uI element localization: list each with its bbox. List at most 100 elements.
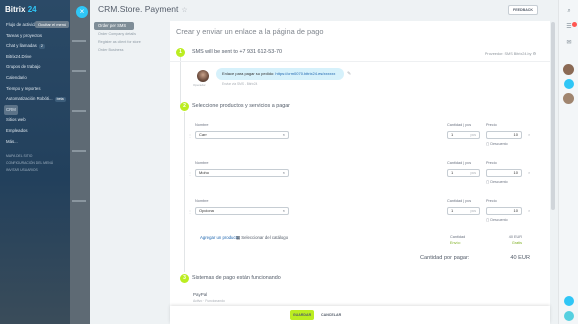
- sidebar-item-tasks[interactable]: Tareas y proyectos: [0, 31, 70, 42]
- background-placeholder: [72, 150, 86, 152]
- background-placeholder: [72, 40, 86, 42]
- price-input[interactable]: 10: [486, 169, 522, 177]
- quantity-unit: pcs: [470, 171, 476, 175]
- sms-provider[interactable]: Proveedor: SMS Bitrix24.by ⚙: [485, 51, 536, 56]
- sidebar-item-calendar[interactable]: Calendario: [0, 73, 70, 84]
- select-from-catalog-link[interactable]: ▦ Seleccionar del catálogo: [236, 235, 288, 241]
- inner-nav-item[interactable]: Order Company details: [94, 30, 169, 38]
- paypal-system[interactable]: PayPal: [193, 292, 207, 297]
- sidebar-item-automation[interactable]: Automatización Robóti... beta: [0, 94, 70, 105]
- remove-row-icon[interactable]: ×: [528, 208, 530, 213]
- step-3-marker: 3: [180, 274, 189, 283]
- sidebar-item-chat[interactable]: Chat y llamadas 2: [0, 41, 70, 52]
- sidebar-item-more[interactable]: Más...: [0, 137, 70, 148]
- quantity-input[interactable]: 1 pcs: [447, 131, 480, 139]
- remove-row-icon[interactable]: ×: [528, 132, 530, 137]
- discount-link[interactable]: ▢ Descuento: [486, 218, 508, 222]
- chat-bubble-icon[interactable]: [564, 296, 574, 306]
- star-icon[interactable]: ☆: [181, 7, 187, 14]
- name-label: Nombre: [195, 199, 209, 203]
- sidebar-item-label: Grupos de trabajo: [6, 64, 41, 70]
- quantity-unit: pcs: [470, 133, 476, 137]
- scrollbar[interactable]: [548, 0, 558, 324]
- subtotal-value: 40 EUR: [508, 235, 522, 239]
- step-2-title: Seleccione productos y servicios a pagar: [192, 103, 290, 109]
- price-input[interactable]: 10: [486, 207, 522, 215]
- sidebar-nav: Flujo de actividad Tareas y proyectos Ch…: [0, 20, 70, 174]
- avatar[interactable]: [563, 93, 574, 104]
- edit-pencil-icon[interactable]: ✎: [347, 71, 351, 77]
- support-icon[interactable]: [564, 311, 574, 321]
- scrollbar-thumb[interactable]: [551, 22, 555, 210]
- sidebar-item-employees[interactable]: Empleados: [0, 126, 70, 137]
- step-connector: [184, 112, 185, 272]
- page-title: Crear y enviar un enlace a la página de …: [176, 27, 324, 36]
- save-button[interactable]: GUARDAR: [290, 310, 314, 320]
- sidebar-item-sites[interactable]: Sitios web: [0, 115, 70, 126]
- quantity-input[interactable]: 1 pcs: [447, 169, 480, 177]
- cancel-button[interactable]: CANCELAR: [321, 310, 341, 320]
- clear-icon[interactable]: ×: [283, 132, 285, 138]
- select-catalog-label: Seleccionar del catálogo: [241, 235, 289, 240]
- price-input[interactable]: 10: [486, 131, 522, 139]
- avatar-name: Operador: [193, 83, 206, 87]
- chat-icon[interactable]: ✉: [564, 38, 574, 48]
- sidebar-item-workgroups[interactable]: Grupos de trabajo: [0, 62, 70, 73]
- brand-logo[interactable]: Bitrix 24: [5, 5, 37, 14]
- name-label: Nombre: [195, 123, 209, 127]
- inner-nav-item[interactable]: Register as client for store: [94, 38, 169, 46]
- quantity-label: Cantidad | pcs: [447, 199, 472, 203]
- quantity-label: Cantidad | pcs: [447, 123, 472, 127]
- sms-provider-text: Proveedor: SMS Bitrix24.by: [484, 52, 532, 56]
- quantity-input[interactable]: 1 pcs: [447, 207, 480, 215]
- inner-nav-item-order-sms[interactable]: Order per SMS: [94, 22, 134, 30]
- close-slider-button[interactable]: ×: [76, 6, 88, 18]
- discount-link[interactable]: ▢ Descuento: [486, 180, 508, 184]
- inner-nav-item[interactable]: Order Business: [94, 46, 169, 54]
- notification-badge: [572, 22, 577, 27]
- avatar: [197, 70, 209, 82]
- avatar[interactable]: [563, 64, 574, 75]
- sidebar-item-drive[interactable]: Bitrix24.Drive: [0, 52, 70, 63]
- slider-title: CRM.Store. Payment ☆: [98, 4, 188, 14]
- hide-menu-tooltip: Ocultar el menú: [35, 21, 70, 28]
- left-sidebar: Bitrix 24 Flujo de actividad Tareas y pr…: [0, 0, 70, 324]
- sidebar-item-label: Tiempo y reportes: [6, 85, 41, 91]
- invite-users-link[interactable]: INVITAR USUARIOS: [0, 167, 70, 174]
- product-name-input[interactable]: Opciona ×: [195, 207, 289, 215]
- payment-slider: CRM.Store. Payment ☆ FEEDBACK Order per S…: [90, 0, 558, 324]
- right-rail: ⌕ ☰ ✉: [558, 0, 578, 324]
- drag-handle-icon[interactable]: ⋮: [188, 133, 192, 138]
- discount-link[interactable]: ▢ Descuento: [486, 142, 508, 146]
- subtotal-label: Cantidad: [450, 235, 466, 239]
- step-1-title: SMS will be sent to +7 931 612-53-70: [192, 49, 283, 55]
- sms-meta: Enviar vía SMS - Bitrix24: [222, 82, 258, 86]
- sitemap-link[interactable]: MAPA DEL SITIO: [0, 153, 70, 160]
- beta-badge: beta: [54, 97, 66, 103]
- step-2-marker: 2: [180, 102, 189, 111]
- product-name-input[interactable]: Carr ×: [195, 131, 289, 139]
- product-name-input[interactable]: Moho ×: [195, 169, 289, 177]
- sidebar-item-time-reports[interactable]: Tiempo y reportes: [0, 84, 70, 95]
- drag-handle-icon[interactable]: ⋮: [188, 209, 192, 214]
- sidebar-item-label: CRM: [6, 106, 16, 112]
- feedback-button[interactable]: FEEDBACK: [508, 5, 538, 15]
- delivery-line: Envío: Gratis: [450, 241, 532, 247]
- drag-handle-icon[interactable]: ⋮: [188, 171, 192, 176]
- quantity-value: 1: [451, 208, 454, 213]
- sidebar-item-label: Chat y llamadas: [6, 43, 37, 49]
- settings-icon[interactable]: ⚙: [533, 52, 536, 56]
- remove-row-icon[interactable]: ×: [528, 170, 530, 175]
- open-lines-icon[interactable]: [564, 79, 574, 89]
- add-product-link[interactable]: Agregar un producto: [200, 235, 239, 240]
- menu-settings-link[interactable]: CONFIGURACIÓN DEL MENÚ: [0, 160, 70, 167]
- sidebar-item-label: Empleados: [6, 127, 28, 133]
- clear-icon[interactable]: ×: [283, 208, 285, 214]
- catalog-icon: ▦: [236, 235, 241, 240]
- price-label: Precio: [486, 199, 497, 203]
- quantity-value: 1: [451, 170, 454, 175]
- payment-link[interactable]: https://crm0070.bitrix24.es/xxxxxx: [275, 71, 335, 76]
- search-icon[interactable]: ⌕: [564, 6, 574, 16]
- sidebar-item-crm[interactable]: CRM: [4, 104, 18, 116]
- clear-icon[interactable]: ×: [283, 170, 285, 176]
